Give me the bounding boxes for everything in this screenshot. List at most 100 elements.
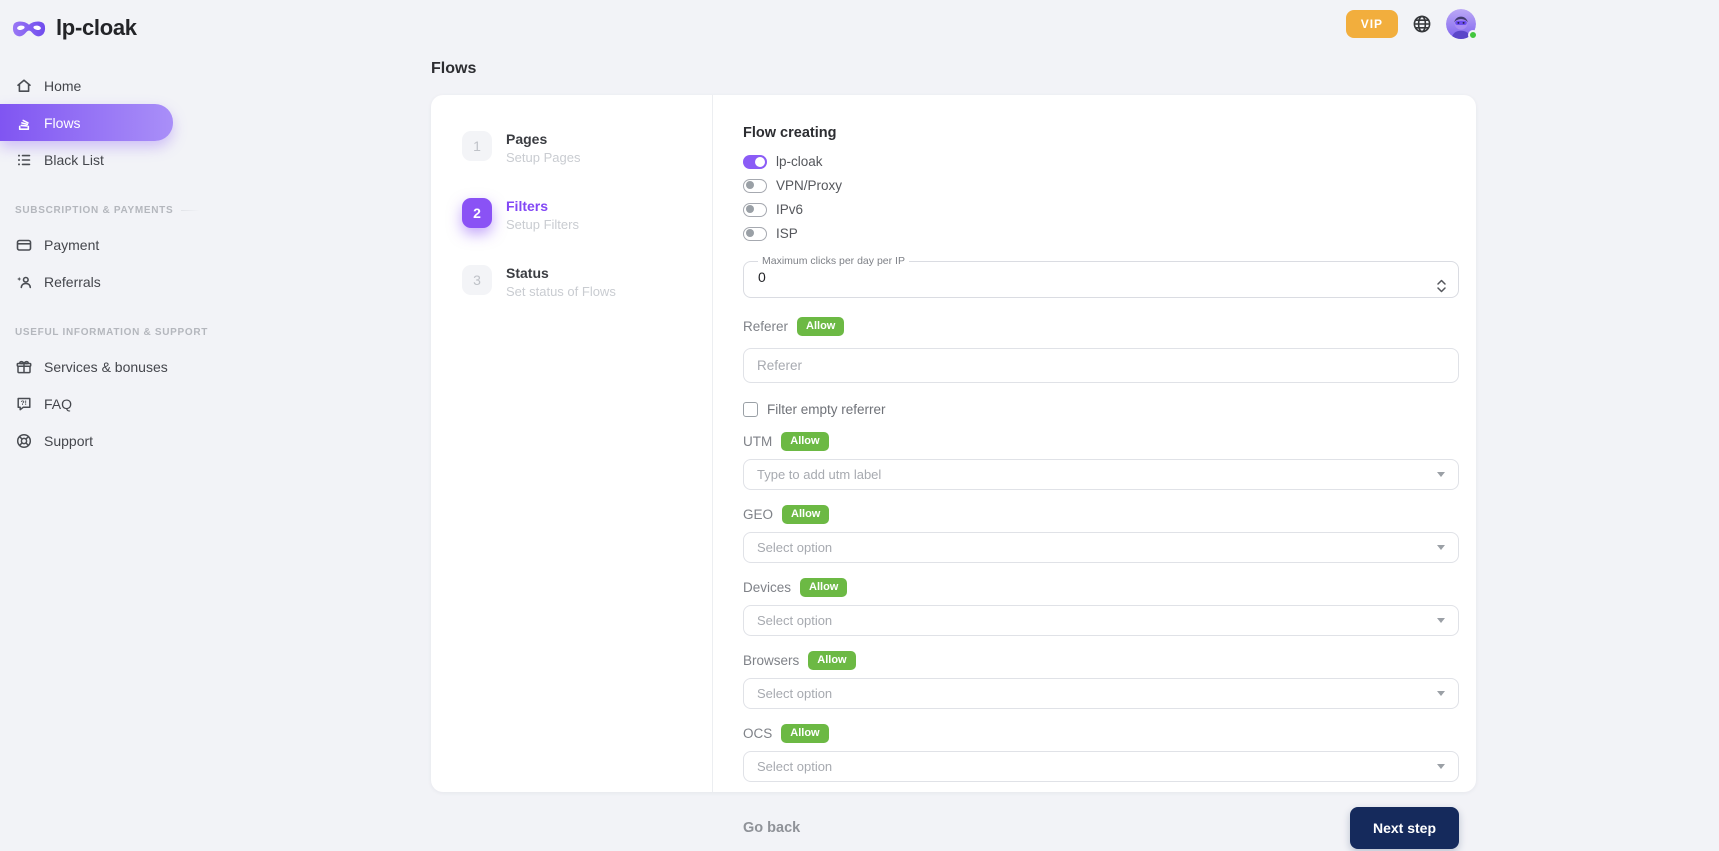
- page-title: Flows: [431, 60, 1476, 78]
- devices-group: Devices Allow Select option: [743, 578, 1459, 636]
- step-status[interactable]: 3 Status Set status of Flows: [462, 265, 712, 299]
- max-clicks-field: Maximum clicks per day per IP: [743, 255, 1459, 298]
- sidebar-item-label: Flows: [44, 115, 81, 131]
- home-icon: [15, 77, 33, 95]
- toggle-lp-cloak[interactable]: lp-cloak: [743, 154, 1459, 169]
- lifebuoy-icon: [15, 432, 33, 450]
- sidebar-item-label: Payment: [44, 237, 99, 253]
- sidebar-item-payment[interactable]: Payment: [0, 226, 173, 263]
- form-footer: Go back Next step: [743, 807, 1459, 849]
- devices-allow-badge: Allow: [800, 578, 847, 597]
- geo-label: GEO: [743, 507, 773, 522]
- sidebar-item-label: Services & bonuses: [44, 359, 168, 375]
- step-number: 3: [462, 265, 492, 295]
- next-step-button[interactable]: Next step: [1350, 807, 1459, 849]
- utm-group: UTM Allow Type to add utm label: [743, 432, 1459, 490]
- vip-button[interactable]: VIP: [1346, 10, 1398, 38]
- step-subtitle: Setup Pages: [506, 150, 580, 165]
- step-subtitle: Set status of Flows: [506, 284, 616, 299]
- credit-card-icon: [15, 236, 33, 254]
- main-content: Flows 1 Pages Setup Pages 2 Filters Setu…: [431, 60, 1476, 792]
- caret-down-icon: [1437, 545, 1445, 550]
- step-title: Status: [506, 265, 616, 282]
- caret-down-icon: [1437, 691, 1445, 696]
- browsers-allow-badge: Allow: [808, 651, 855, 670]
- faq-bubble-icon: ?!: [15, 395, 33, 413]
- topbar-right: VIP: [1346, 9, 1476, 39]
- geo-allow-badge: Allow: [782, 505, 829, 524]
- toggle-isp[interactable]: ISP: [743, 226, 1459, 241]
- go-back-button[interactable]: Go back: [743, 820, 800, 836]
- sidebar: lp-cloak Home Flows: [0, 0, 200, 851]
- step-title: Filters: [506, 198, 579, 215]
- ocs-group: OCS Allow Select option: [743, 724, 1459, 782]
- ocs-allow-badge: Allow: [781, 724, 828, 743]
- caret-down-icon: [1437, 472, 1445, 477]
- steps-panel: 1 Pages Setup Pages 2 Filters Setup Filt…: [431, 95, 713, 792]
- sidebar-item-label: Black List: [44, 152, 104, 168]
- filter-empty-referrer-checkbox[interactable]: [743, 402, 758, 417]
- toggle-ipv6[interactable]: IPv6: [743, 202, 1459, 217]
- sidebar-item-label: Referrals: [44, 274, 101, 290]
- browsers-label: Browsers: [743, 653, 799, 668]
- referer-label-row: Referer Allow: [743, 317, 1459, 336]
- sidebar-item-services[interactable]: Services & bonuses: [0, 348, 173, 385]
- list-icon: [15, 151, 33, 169]
- devices-select[interactable]: Select option: [743, 605, 1459, 636]
- sidebar-item-home[interactable]: Home: [0, 67, 173, 104]
- toggle-vpn-proxy[interactable]: VPN/Proxy: [743, 178, 1459, 193]
- toggle-switch-off[interactable]: [743, 179, 767, 193]
- utm-allow-badge: Allow: [781, 432, 828, 451]
- sidebar-item-support[interactable]: Support: [0, 422, 173, 459]
- caret-down-icon: [1437, 618, 1445, 623]
- brand-name: lp-cloak: [56, 15, 137, 41]
- max-clicks-label: Maximum clicks per day per IP: [758, 255, 909, 267]
- sidebar-section-support: USEFUL INFORMATION & SUPPORT: [15, 327, 200, 338]
- step-pages[interactable]: 1 Pages Setup Pages: [462, 131, 712, 165]
- stack-icon: [15, 114, 33, 132]
- caret-down-icon: [1437, 764, 1445, 769]
- referer-input[interactable]: [743, 348, 1459, 383]
- step-filters[interactable]: 2 Filters Setup Filters: [462, 198, 712, 232]
- browsers-select[interactable]: Select option: [743, 678, 1459, 709]
- referer-allow-badge: Allow: [797, 317, 844, 336]
- unfold-more-icon[interactable]: [1435, 277, 1448, 295]
- avatar[interactable]: [1446, 9, 1476, 39]
- form-title: Flow creating: [743, 125, 1459, 141]
- gift-icon: [15, 358, 33, 376]
- utm-label: UTM: [743, 434, 772, 449]
- sidebar-item-black-list[interactable]: Black List: [0, 141, 173, 178]
- step-number: 2: [462, 198, 492, 228]
- sidebar-item-flows[interactable]: Flows: [0, 104, 173, 141]
- ocs-label: OCS: [743, 726, 772, 741]
- browsers-group: Browsers Allow Select option: [743, 651, 1459, 709]
- step-title: Pages: [506, 131, 580, 148]
- flow-form: Flow creating lp-cloak VPN/Proxy IPv6 IS…: [713, 95, 1476, 792]
- toggle-switch-on[interactable]: [743, 155, 767, 169]
- devices-label: Devices: [743, 580, 791, 595]
- ocs-select[interactable]: Select option: [743, 751, 1459, 782]
- max-clicks-input[interactable]: [756, 267, 1412, 289]
- person-star-icon: [15, 273, 33, 291]
- sidebar-item-label: Home: [44, 78, 81, 94]
- sidebar-item-label: FAQ: [44, 396, 72, 412]
- sidebar-item-label: Support: [44, 433, 93, 449]
- step-subtitle: Setup Filters: [506, 217, 579, 232]
- utm-select[interactable]: Type to add utm label: [743, 459, 1459, 490]
- online-status-dot: [1468, 30, 1478, 40]
- geo-group: GEO Allow Select option: [743, 505, 1459, 563]
- filter-empty-referrer-row[interactable]: Filter empty referrer: [743, 402, 1459, 417]
- sidebar-item-faq[interactable]: ?! FAQ: [0, 385, 173, 422]
- svg-text:?!: ?!: [21, 400, 27, 407]
- mask-icon: [11, 17, 47, 40]
- sidebar-section-subscription: SUBSCRIPTION & PAYMENTS: [15, 205, 200, 216]
- logo[interactable]: lp-cloak: [0, 0, 200, 41]
- toggle-switch-off[interactable]: [743, 227, 767, 241]
- step-number: 1: [462, 131, 492, 161]
- globe-icon[interactable]: [1411, 13, 1433, 35]
- flow-card: 1 Pages Setup Pages 2 Filters Setup Filt…: [431, 95, 1476, 792]
- referer-label: Referer: [743, 319, 788, 334]
- toggle-switch-off[interactable]: [743, 203, 767, 217]
- geo-select[interactable]: Select option: [743, 532, 1459, 563]
- sidebar-item-referrals[interactable]: Referrals: [0, 263, 173, 300]
